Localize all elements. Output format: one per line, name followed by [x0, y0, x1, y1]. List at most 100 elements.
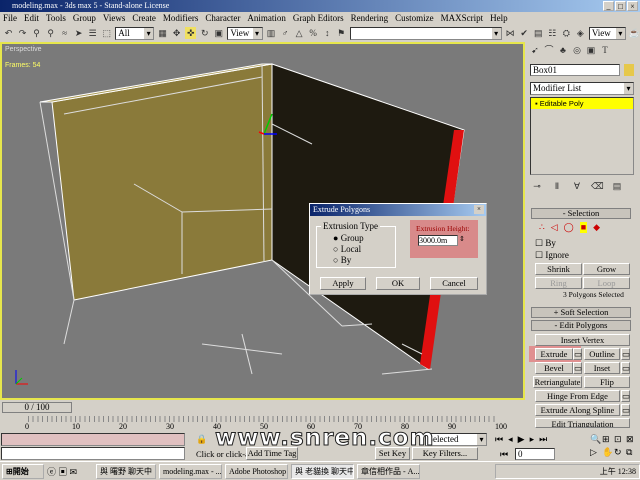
radio-group[interactable]: ● Group [333, 233, 364, 243]
pivot-icon[interactable]: ▥ [266, 27, 277, 39]
menu-views[interactable]: Views [103, 12, 125, 25]
maximize-button[interactable]: □ [615, 1, 626, 11]
curve-editor-icon[interactable]: ☷ [547, 27, 558, 39]
menu-character[interactable]: Character [205, 12, 240, 25]
edge-icon[interactable]: ◁ [551, 222, 558, 233]
snap-icon[interactable]: ♂ [280, 27, 291, 39]
dialog-close-button[interactable]: × [474, 205, 484, 214]
hinge-from-edge-button[interactable]: Hinge From Edge [535, 390, 620, 402]
go-end-icon[interactable]: ⏭ [539, 434, 547, 445]
object-name-input[interactable]: Box01 [530, 64, 620, 76]
redo-icon[interactable]: ↷ [17, 27, 28, 39]
prev-frame-icon[interactable]: ◂ [508, 434, 513, 445]
show-result-icon[interactable]: Ⅱ [551, 180, 563, 192]
menu-group[interactable]: Group [73, 12, 96, 25]
vertex-icon[interactable]: ∴ [539, 222, 545, 233]
flip-button[interactable]: Flip [584, 376, 630, 388]
mirror-icon[interactable]: ⋈ [505, 27, 516, 39]
zoom-all-icon[interactable]: ⊞ [602, 434, 614, 445]
insert-vertex-button[interactable]: Insert Vertex [535, 334, 630, 346]
spinner-icon[interactable]: ⇕ [459, 235, 465, 243]
polygon-icon[interactable]: ■ [579, 222, 588, 233]
extrusion-height-input[interactable]: 3000.0m [418, 235, 458, 246]
menu-edit[interactable]: Edit [24, 12, 39, 25]
align-icon[interactable]: ✔ [519, 27, 530, 39]
make-unique-icon[interactable]: ∀ [571, 180, 583, 192]
extrude-spline-settings-icon[interactable]: ▭ [621, 404, 630, 416]
scale-icon[interactable]: ▣ [213, 27, 224, 39]
ok-button[interactable]: OK [376, 277, 420, 290]
radio-local[interactable]: ○ Local [333, 244, 361, 254]
maximize-viewport-icon[interactable]: ⧉ [626, 447, 638, 458]
ref-coord-dropdown[interactable]: View [227, 26, 263, 40]
start-button[interactable]: ⊞開始 [2, 463, 44, 479]
maxscript-input[interactable] [1, 447, 185, 460]
menu-help[interactable]: Help [490, 12, 508, 25]
angle-snap-icon[interactable]: △ [294, 27, 305, 39]
menu-rendering[interactable]: Rendering [351, 12, 389, 25]
inset-settings-icon[interactable]: ▭ [621, 362, 630, 374]
soft-selection-rollout-header[interactable]: + Soft Selection [531, 307, 631, 318]
by-checkbox[interactable]: ☐ By [535, 238, 556, 249]
move-icon[interactable]: ✥ [171, 27, 182, 39]
utilities-tab-icon[interactable]: T [599, 44, 611, 56]
configure-icon[interactable]: ▤ [611, 180, 623, 192]
menu-animation[interactable]: Animation [247, 12, 286, 25]
shrink-button[interactable]: Shrink [535, 263, 582, 275]
named-selection-dropdown[interactable] [349, 26, 502, 40]
zoom-icon[interactable]: 🔍 [590, 434, 602, 445]
render-icon[interactable]: ☕ [629, 27, 640, 39]
ie-icon[interactable]: ⓔ [47, 467, 56, 477]
modify-tab-icon[interactable]: ⌒ [543, 44, 555, 56]
maxscript-listener[interactable] [1, 433, 185, 446]
hinge-settings-icon[interactable]: ▭ [621, 390, 630, 402]
object-color-swatch[interactable] [624, 64, 634, 76]
rotate-icon[interactable]: ✜ [185, 27, 197, 39]
rotate-icon[interactable]: ↻ [199, 27, 210, 39]
radio-by[interactable]: ○ By [333, 255, 351, 265]
remove-modifier-icon[interactable]: ⌫ [591, 180, 604, 192]
outline-button[interactable]: Outline [584, 348, 620, 360]
outline-settings-icon[interactable]: ▭ [621, 348, 630, 360]
taskbar-item[interactable]: modeling.max - ... [159, 463, 222, 479]
menu-modifiers[interactable]: Modifiers [163, 12, 199, 25]
undo-icon[interactable]: ↶ [3, 27, 14, 39]
bevel-button[interactable]: Bevel [535, 362, 573, 374]
inset-button[interactable]: Inset [584, 362, 620, 374]
region-icon[interactable]: ⬚ [101, 27, 112, 39]
fov-icon[interactable]: ▷ [590, 447, 602, 458]
display-tab-icon[interactable]: ▣ [585, 44, 597, 56]
time-slider[interactable]: 0 / 100 [2, 402, 72, 413]
window-crossing-icon[interactable]: ▦ [157, 27, 168, 39]
modifier-list-dropdown[interactable]: Modifier List [530, 82, 634, 95]
loop-button[interactable]: Loop [583, 277, 630, 289]
ring-button[interactable]: Ring [535, 277, 582, 289]
desktop-icon[interactable]: ▣ [58, 467, 67, 477]
ignore-checkbox[interactable]: ☐ Ignore [535, 250, 569, 261]
taskbar-item[interactable]: 與 曙野 聊天中 [96, 463, 156, 479]
retriangulate-button[interactable]: Retriangulate [533, 376, 582, 388]
minimize-button[interactable]: _ [603, 1, 614, 11]
percent-snap-icon[interactable]: % [308, 27, 319, 39]
layer-icon[interactable]: ▤ [533, 27, 544, 39]
go-start-icon[interactable]: ⏮ [495, 434, 503, 445]
bind-icon[interactable]: ≈ [59, 27, 70, 39]
cancel-button[interactable]: Cancel [430, 277, 478, 290]
zoom-extents-all-icon[interactable]: ⊠ [626, 434, 638, 445]
taskbar-item-active[interactable]: 與 老貓換 聊天中 [291, 463, 354, 479]
edit-triangulation-button[interactable]: Edit Triangulation [535, 418, 630, 428]
named-sel-icon[interactable]: ⚑ [336, 27, 347, 39]
current-frame-input[interactable]: 0 [515, 448, 555, 460]
create-tab-icon[interactable]: ➹ [529, 44, 541, 56]
key-mode-icon[interactable]: ⏮ [500, 449, 508, 460]
next-frame-icon[interactable]: ▸ [530, 434, 535, 445]
taskbar-item[interactable]: 章信相作品 - A... [357, 463, 420, 479]
outlook-icon[interactable]: ✉ [70, 467, 78, 477]
motion-tab-icon[interactable]: ◎ [571, 44, 583, 56]
spinner-snap-icon[interactable]: ↕ [322, 27, 333, 39]
play-icon[interactable]: ▶ [518, 434, 525, 445]
arc-rotate-icon[interactable]: ↻ [614, 447, 626, 458]
menu-customize[interactable]: Customize [395, 12, 434, 25]
hierarchy-tab-icon[interactable]: ♣ [557, 44, 569, 56]
lock-icon[interactable]: 🔒 [196, 434, 207, 445]
